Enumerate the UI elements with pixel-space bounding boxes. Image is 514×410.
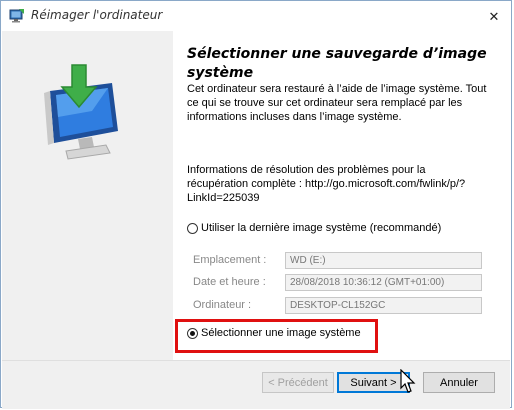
radio-dot-icon [190, 330, 195, 336]
backup-monitor-arrow-icon [44, 64, 118, 160]
button-bar: < Précédent Suivant > Annuler [2, 360, 510, 409]
radio-select-image[interactable] [187, 327, 198, 339]
datetime-label: Date et heure : [193, 276, 266, 288]
page-title: Sélectionner une sauvegarde d’image syst… [187, 46, 487, 81]
option-latest-image-label: Utiliser la dernière image système (reco… [201, 222, 442, 234]
computer-field: DESKTOP-CL152GC [285, 297, 482, 314]
cancel-button[interactable]: Annuler [423, 372, 495, 393]
datetime-field: 28/08/2018 10:36:12 (GMT+01:00) [285, 274, 482, 291]
radio-latest-image[interactable] [187, 222, 198, 234]
location-label: Emplacement : [193, 254, 267, 266]
option-select-image[interactable]: Sélectionner une image système [187, 327, 361, 339]
content-pane: Sélectionner une sauvegarde d’image syst… [173, 31, 511, 360]
description-text: Cet ordinateur sera restauré à l’aide de… [187, 83, 487, 123]
title-bar: Réimager l'ordinateur ✕ [1, 1, 511, 31]
close-icon[interactable]: ✕ [484, 9, 504, 25]
mouse-cursor-icon [400, 369, 416, 393]
computer-label: Ordinateur : [193, 299, 252, 311]
app-monitor-icon [9, 9, 24, 23]
location-field: WD (E:) [285, 252, 482, 269]
option-latest-image[interactable]: Utiliser la dernière image système (reco… [187, 222, 441, 234]
previous-button[interactable]: < Précédent [262, 372, 334, 393]
troubleshooting-info: Informations de résolution des problèmes… [187, 164, 466, 204]
window-title: Réimager l'ordinateur [31, 8, 163, 22]
reimage-dialog: Réimager l'ordinateur ✕ Sélectionner une… [0, 0, 512, 409]
option-select-image-label: Sélectionner une image système [201, 327, 361, 339]
left-pane [2, 31, 173, 360]
